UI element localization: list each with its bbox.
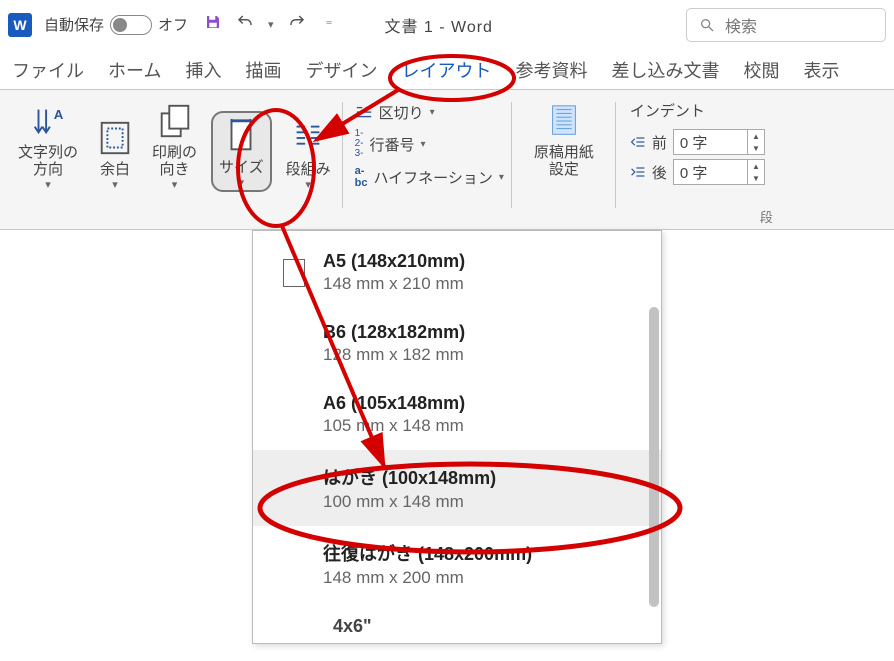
spin-up-icon[interactable]: ▲ xyxy=(748,160,764,172)
document-title: 文書 1 - Word xyxy=(384,13,493,37)
search-icon xyxy=(699,17,715,33)
size-option-4x6[interactable]: 4x6" xyxy=(253,602,661,637)
search-box[interactable]: 検索 xyxy=(686,8,886,42)
chevron-down-icon: ▾ xyxy=(45,183,51,189)
size-option-dim: 105 mm x 148 mm xyxy=(323,416,465,436)
tab-layout[interactable]: レイアウト xyxy=(401,57,491,89)
title-bar: W 自動保存 オフ ▾ ⁼ 文書 1 - Word 検索 xyxy=(0,0,894,50)
indent-after-input[interactable]: 0 字 ▲▼ xyxy=(673,159,765,185)
chevron-down-icon: ▾ xyxy=(421,139,426,150)
page-setup-group: A 文字列の 方向 ▾ 余白 ▾ 印刷の 向き ▾ サイズ ▾ 段組み xyxy=(6,98,343,226)
tab-references[interactable]: 参考資料 xyxy=(515,57,587,89)
indent-after-icon xyxy=(630,164,646,180)
size-option-name: A6 (105x148mm) xyxy=(323,393,465,414)
size-option-name: 往復はがき (148x200mm) xyxy=(323,540,532,566)
group-dialog-label[interactable]: 段 xyxy=(760,207,773,226)
size-option-hagaki[interactable]: はがき (100x148mm) 100 mm x 148 mm xyxy=(253,450,661,526)
undo-icon[interactable] xyxy=(236,13,254,36)
spin-down-icon[interactable]: ▼ xyxy=(748,172,764,184)
hyphenation-icon: a-bc xyxy=(355,165,368,189)
size-option-name: B6 (128x182mm) xyxy=(323,322,465,343)
page-icon xyxy=(283,259,305,287)
size-option-dim: 100 mm x 148 mm xyxy=(323,492,496,512)
size-button[interactable]: サイズ ▾ xyxy=(211,111,272,192)
dropdown-scrollbar[interactable] xyxy=(647,237,659,637)
save-icon[interactable] xyxy=(204,13,222,36)
tab-insert[interactable]: 挿入 xyxy=(185,57,221,89)
quick-access-toolbar: ▾ ⁼ xyxy=(204,13,332,36)
size-option-b6[interactable]: B6 (128x182mm) 128 mm x 182 mm xyxy=(253,308,661,379)
size-option-name: はがき (100x148mm) xyxy=(323,464,496,490)
indent-before-input[interactable]: 0 字 ▲▼ xyxy=(673,129,765,155)
size-option-a6[interactable]: A6 (105x148mm) 105 mm x 148 mm xyxy=(253,379,661,450)
spin-up-icon[interactable]: ▲ xyxy=(748,130,764,142)
word-app-icon: W xyxy=(8,13,32,37)
svg-text:A: A xyxy=(54,107,64,122)
chevron-down-icon: ▾ xyxy=(112,183,118,189)
manuscript-button[interactable]: 原稿用紙 設定 xyxy=(530,98,598,183)
qat-overflow-icon[interactable]: ⁼ xyxy=(326,17,333,33)
ribbon: A 文字列の 方向 ▾ 余白 ▾ 印刷の 向き ▾ サイズ ▾ 段組み xyxy=(0,90,894,230)
breaks-button[interactable]: 区切り ▾ xyxy=(355,102,504,123)
orientation-button[interactable]: 印刷の 向き ▾ xyxy=(148,98,201,192)
breaks-group: 区切り ▾ 1-2-3- 行番号 ▾ a-bc ハイフネーション ▾ xyxy=(343,98,512,226)
size-option-dim: 148 mm x 200 mm xyxy=(323,568,532,588)
autosave-label: 自動保存 xyxy=(44,14,104,35)
tab-file[interactable]: ファイル xyxy=(12,57,84,89)
text-direction-label: 文字列の 方向 xyxy=(18,144,78,179)
chevron-down-icon: ▾ xyxy=(172,183,178,189)
hyphenation-button[interactable]: a-bc ハイフネーション ▾ xyxy=(355,165,504,189)
orientation-label: 印刷の 向き xyxy=(152,144,197,179)
chevron-down-icon: ▾ xyxy=(239,181,245,187)
line-numbers-icon: 1-2-3- xyxy=(355,129,364,159)
size-option-dim: 128 mm x 182 mm xyxy=(323,345,465,365)
columns-button[interactable]: 段組み ▾ xyxy=(282,115,335,192)
margins-label: 余白 xyxy=(100,161,130,178)
ribbon-tabs: ファイル ホーム 挿入 描画 デザイン レイアウト 参考資料 差し込み文書 校閲… xyxy=(0,50,894,90)
breaks-label: 区切り xyxy=(379,102,424,123)
indent-before-icon xyxy=(630,134,646,150)
search-placeholder: 検索 xyxy=(725,13,757,37)
chevron-down-icon: ▾ xyxy=(430,107,435,118)
size-option-dim: 148 mm x 210 mm xyxy=(323,274,465,294)
line-numbers-label: 行番号 xyxy=(370,134,415,155)
margins-button[interactable]: 余白 ▾ xyxy=(92,115,138,192)
autosave-state: オフ xyxy=(158,14,188,35)
size-label: サイズ xyxy=(219,159,264,176)
indent-after-value: 0 字 xyxy=(674,162,747,183)
indent-group: インデント 前 0 字 ▲▼ 後 0 字 ▲▼ 段 xyxy=(616,98,779,226)
redo-icon[interactable] xyxy=(288,13,306,36)
size-option-a5[interactable]: A5 (148x210mm) 148 mm x 210 mm xyxy=(253,237,661,308)
size-option-reply-hagaki[interactable]: 往復はがき (148x200mm) 148 mm x 200 mm xyxy=(253,526,661,602)
size-option-name: 4x6" xyxy=(333,616,372,636)
indent-before-label: 前 xyxy=(652,132,667,153)
undo-chevron-icon[interactable]: ▾ xyxy=(268,18,274,31)
indent-title: インデント xyxy=(630,100,765,121)
manuscript-group: 原稿用紙 設定 xyxy=(512,98,616,226)
chevron-down-icon: ▾ xyxy=(499,172,504,183)
columns-label: 段組み xyxy=(286,161,331,178)
tab-view[interactable]: 表示 xyxy=(803,57,839,89)
spin-down-icon[interactable]: ▼ xyxy=(748,142,764,154)
text-direction-button[interactable]: A 文字列の 方向 ▾ xyxy=(14,98,82,192)
tab-review[interactable]: 校閲 xyxy=(743,57,779,89)
scrollbar-thumb[interactable] xyxy=(649,307,659,607)
tab-home[interactable]: ホーム xyxy=(108,57,161,89)
autosave-toggle[interactable]: 自動保存 オフ xyxy=(44,14,188,35)
manuscript-label: 原稿用紙 設定 xyxy=(534,144,594,179)
tab-design[interactable]: デザイン xyxy=(305,57,377,89)
tab-mailings[interactable]: 差し込み文書 xyxy=(611,57,719,89)
line-numbers-button[interactable]: 1-2-3- 行番号 ▾ xyxy=(355,129,504,159)
size-option-name: A5 (148x210mm) xyxy=(323,251,465,272)
size-dropdown: A5 (148x210mm) 148 mm x 210 mm B6 (128x1… xyxy=(252,230,662,644)
hyphenation-label: ハイフネーション xyxy=(373,167,492,188)
chevron-down-icon: ▾ xyxy=(305,183,311,189)
indent-after-label: 後 xyxy=(652,162,667,183)
tab-draw[interactable]: 描画 xyxy=(245,57,281,89)
toggle-icon[interactable] xyxy=(110,15,152,35)
indent-before-value: 0 字 xyxy=(674,132,747,153)
